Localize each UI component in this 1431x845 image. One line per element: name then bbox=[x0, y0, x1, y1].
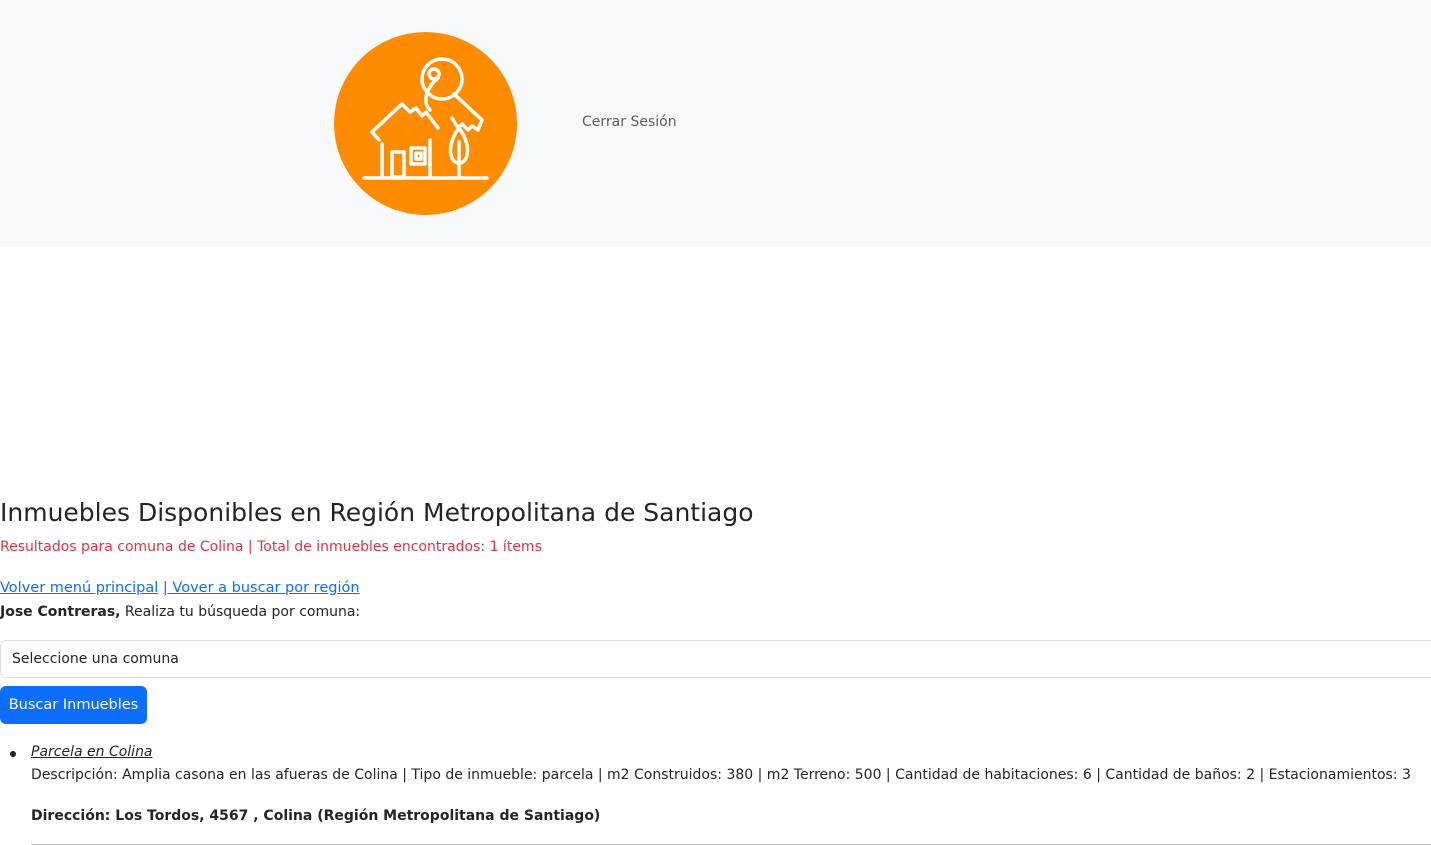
results-summary: Resultados para comuna de Colina | Total… bbox=[0, 539, 542, 555]
list-bullet bbox=[10, 751, 16, 757]
search-by-region-link[interactable]: | Vover a buscar por región bbox=[163, 580, 360, 596]
main-menu-link[interactable]: Volver menú principal bbox=[0, 580, 158, 596]
listing-title-link[interactable]: Parcela en Colina bbox=[31, 744, 153, 760]
comuna-select[interactable]: Seleccione una comuna bbox=[0, 640, 1431, 678]
search-properties-button[interactable]: Buscar Inmuebles bbox=[0, 686, 147, 724]
navbar: Cerrar Sesión bbox=[0, 0, 1431, 247]
listing-address: Dirección: Los Tordos, 4567 , Colina (Re… bbox=[31, 808, 601, 824]
house-key-icon bbox=[362, 57, 489, 180]
search-prompt: Jose Contreras, Realiza tu búsqueda por … bbox=[0, 604, 360, 620]
page-title: Inmuebles Disponibles en Región Metropol… bbox=[0, 498, 754, 527]
user-name: Jose Contreras, bbox=[0, 604, 121, 620]
logout-link[interactable]: Cerrar Sesión bbox=[582, 114, 677, 130]
search-prompt-text: Realiza tu búsqueda por comuna: bbox=[120, 604, 361, 620]
comuna-select-value: Seleccione una comuna bbox=[12, 651, 179, 667]
listing-description: Descripción: Amplia casona en las afuera… bbox=[31, 767, 1411, 783]
navigation-links: Volver menú principal | Vover a buscar p… bbox=[0, 580, 360, 596]
logo[interactable] bbox=[334, 32, 517, 215]
